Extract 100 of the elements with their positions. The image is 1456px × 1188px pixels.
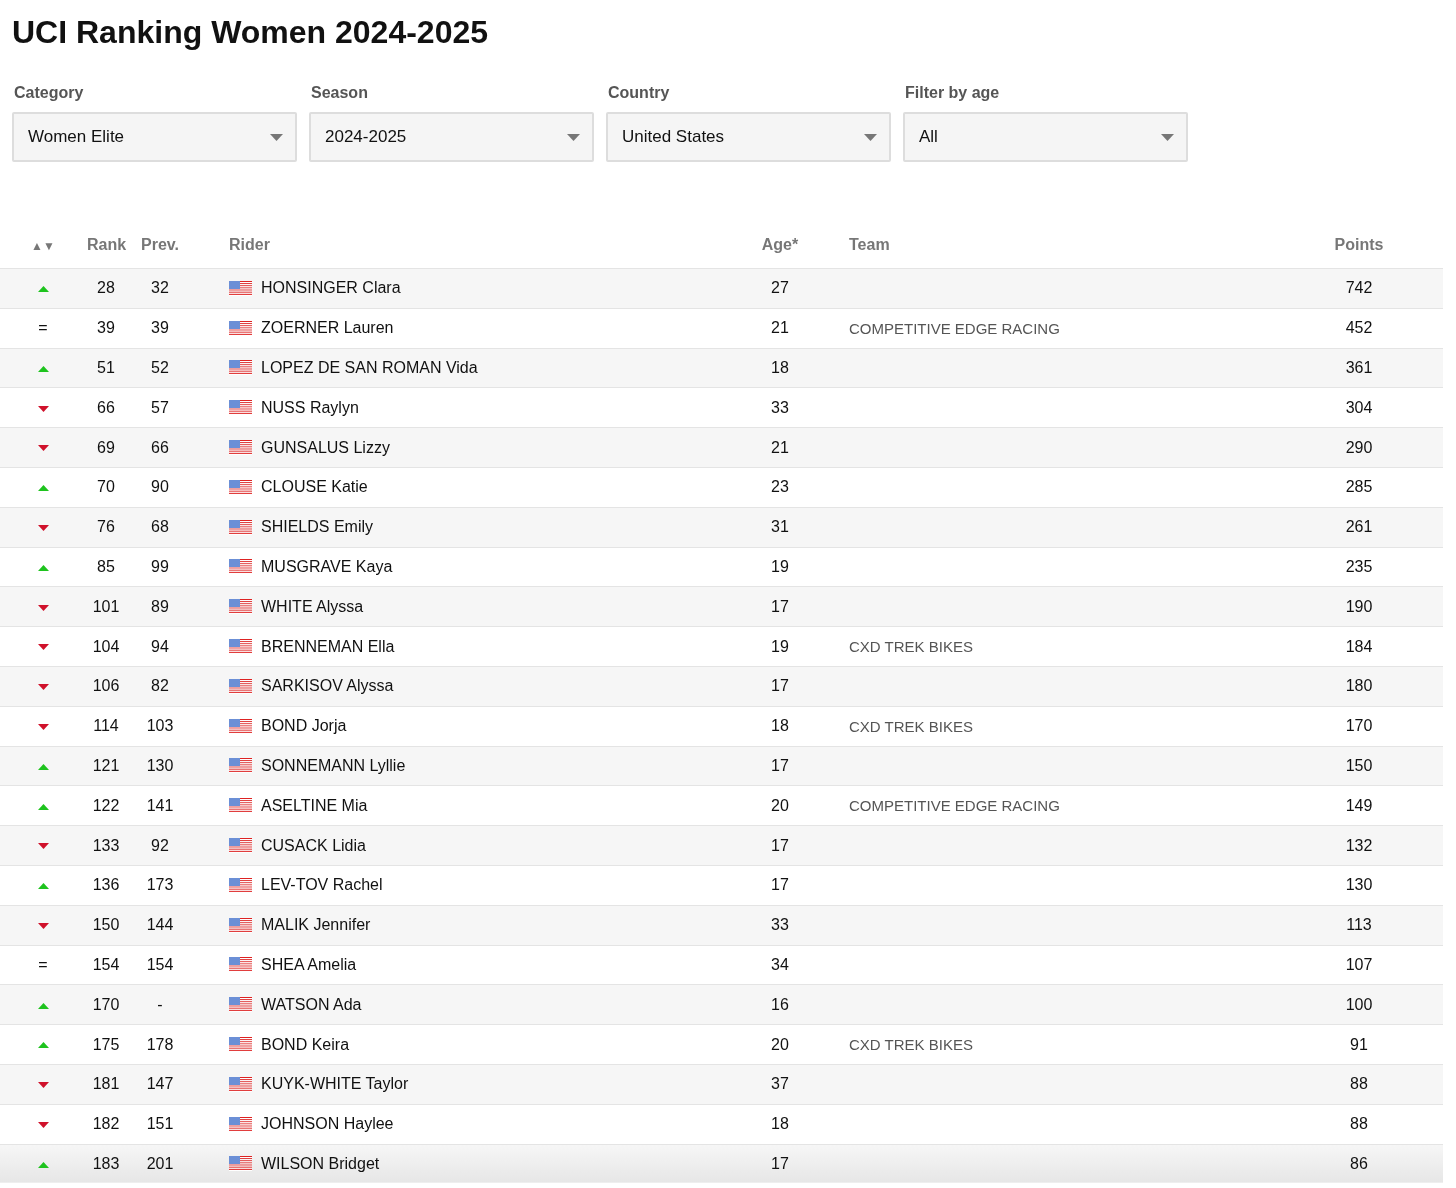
us-flag-icon: [229, 1037, 252, 1053]
rider-name[interactable]: BRENNEMAN Ella: [261, 637, 395, 656]
rider-name[interactable]: HONSINGER Clara: [261, 279, 401, 298]
us-flag-icon: [229, 559, 252, 575]
points-cell: 149: [1345, 796, 1373, 815]
up-triangle-icon: [37, 763, 49, 770]
rider-name[interactable]: JOHNSON Haylee: [261, 1115, 394, 1134]
filter-label: Country: [608, 84, 670, 102]
previous-rank-cell: 90: [151, 478, 169, 497]
age-cell: 23: [771, 478, 789, 497]
rider-name[interactable]: WILSON Bridget: [261, 1154, 380, 1173]
filter-dropdown[interactable]: Women Elite: [12, 112, 297, 162]
down-triangle-icon: [37, 524, 49, 531]
points-cell: 235: [1345, 557, 1373, 576]
rider-name[interactable]: MALIK Jennifer: [261, 916, 371, 935]
column-header[interactable]: Rider: [229, 236, 270, 254]
us-flag-icon: [229, 678, 252, 694]
previous-rank-cell: 147: [146, 1075, 174, 1094]
team-name: CXD TREK BIKES: [849, 717, 973, 735]
rider-name[interactable]: MUSGRAVE Kaya: [261, 557, 393, 576]
rider-name[interactable]: LEV-TOV Rachel: [261, 876, 383, 895]
rank-cell: 122: [92, 796, 120, 815]
rank-cell: 101: [92, 597, 120, 616]
age-cell: 17: [771, 836, 789, 855]
up-triangle-icon: [37, 485, 49, 492]
rank-cell: 66: [97, 398, 115, 417]
points-cell: 290: [1345, 438, 1373, 457]
rider-name[interactable]: WHITE Alyssa: [261, 597, 364, 616]
age-cell: 18: [771, 717, 789, 736]
us-flag-icon: [229, 798, 252, 814]
rider-name[interactable]: SHIELDS Emily: [261, 518, 374, 537]
down-triangle-icon: [37, 644, 49, 651]
rider-name[interactable]: GUNSALUS Lizzy: [261, 438, 390, 457]
filter-dropdown[interactable]: All: [903, 112, 1188, 162]
column-header[interactable]: Age*: [761, 236, 799, 254]
previous-rank-cell: 82: [151, 677, 169, 696]
rider-name[interactable]: ASELTINE Mia: [261, 796, 368, 815]
rider-name[interactable]: CLOUSE Katie: [261, 478, 368, 497]
caret-icon: [567, 133, 580, 141]
points-cell: 107: [1345, 955, 1373, 974]
points-cell: 132: [1345, 836, 1373, 855]
rider-name[interactable]: WATSON Ada: [261, 995, 362, 1014]
us-flag-icon: [229, 1156, 252, 1172]
previous-rank-cell: 99: [151, 557, 169, 576]
column-header[interactable]: Team: [849, 236, 890, 254]
points-cell: 100: [1345, 995, 1373, 1014]
rider-name[interactable]: BOND Jorja: [261, 717, 347, 736]
previous-rank-cell: 154: [146, 955, 174, 974]
filter-label: Filter by age: [905, 84, 1000, 102]
rank-cell: 181: [92, 1075, 120, 1094]
rank-cell: 69: [97, 438, 115, 457]
caret-icon: [864, 133, 877, 141]
us-flag-icon: [229, 758, 252, 774]
rider-name[interactable]: SHEA Amelia: [261, 955, 357, 974]
points-cell: 130: [1345, 876, 1373, 895]
rider-name[interactable]: SARKISOV Alyssa: [261, 677, 394, 696]
rider-name[interactable]: CUSACK Lidia: [261, 836, 366, 855]
rank-cell: 85: [97, 557, 115, 576]
previous-rank-cell: 141: [146, 796, 174, 815]
unchanged-mark: =: [38, 955, 48, 974]
points-cell: 88: [1350, 1075, 1368, 1094]
column-header[interactable]: Prev.: [141, 236, 179, 254]
rider-name[interactable]: SONNEMANN Lyllie: [261, 756, 406, 775]
points-cell: 190: [1345, 597, 1373, 616]
points-cell: 86: [1350, 1154, 1368, 1173]
rider-name[interactable]: ZOERNER Lauren: [261, 319, 394, 338]
us-flag-icon: [229, 718, 252, 734]
age-cell: 21: [771, 438, 789, 457]
age-cell: 34: [771, 955, 789, 974]
down-triangle-icon: [37, 1121, 49, 1128]
rank-cell: 182: [92, 1115, 120, 1134]
rank-cell: 114: [93, 717, 119, 736]
points-cell: 304: [1345, 398, 1373, 417]
column-header[interactable]: Rank: [87, 236, 127, 254]
us-flag-icon: [229, 360, 252, 376]
filter-dropdown[interactable]: United States: [606, 112, 891, 162]
points-cell: 361: [1345, 359, 1373, 377]
rider-name[interactable]: NUSS Raylyn: [261, 398, 359, 417]
unchanged-mark: =: [38, 319, 48, 338]
points-cell: 184: [1345, 637, 1373, 656]
rank-cell: 150: [92, 916, 120, 935]
rider-name[interactable]: LOPEZ DE SAN ROMAN Vida: [261, 359, 478, 377]
up-triangle-icon: [37, 803, 49, 810]
down-triangle-icon: [37, 405, 49, 412]
filter-label: Category: [14, 84, 84, 102]
up-triangle-icon: [37, 883, 49, 890]
column-header[interactable]: Points: [1334, 236, 1384, 254]
points-cell: 150: [1345, 756, 1373, 775]
sort-toggle[interactable]: ▲▼: [31, 239, 55, 253]
rider-name[interactable]: KUYK-WHITE Taylor: [261, 1075, 409, 1094]
points-cell: 452: [1345, 319, 1373, 338]
previous-rank-cell: 103: [146, 717, 174, 736]
up-triangle-icon: [37, 365, 49, 372]
previous-rank-cell: 201: [146, 1154, 174, 1173]
down-triangle-icon: [37, 684, 49, 691]
rank-cell: 76: [97, 518, 115, 537]
previous-rank-cell: 57: [151, 398, 169, 417]
filter-dropdown[interactable]: 2024-2025: [309, 112, 594, 162]
team-name: CXD TREK BIKES: [849, 1036, 973, 1054]
rider-name[interactable]: BOND Keira: [261, 1035, 350, 1054]
